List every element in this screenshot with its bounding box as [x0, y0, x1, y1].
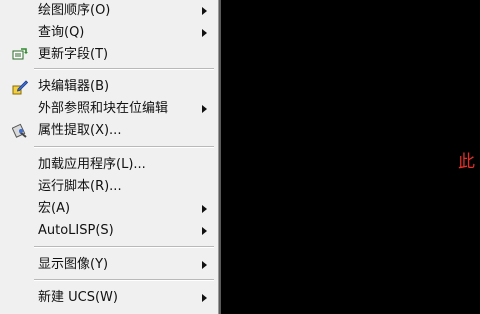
block-editor-icon: [12, 80, 28, 95]
menu-item-label: 属性提取(X)...: [38, 123, 122, 138]
menu-item-run-script[interactable]: 运行脚本(R)...: [0, 176, 217, 198]
menu-item-block-editor[interactable]: 块编辑器(B): [0, 76, 217, 98]
submenu-arrow-icon: [202, 29, 207, 37]
menu-item-label: 外部参照和块在位编辑: [38, 101, 169, 116]
attribute-extract-icon: [12, 123, 27, 138]
submenu-arrow-icon: [202, 105, 207, 113]
submenu-arrow-icon: [202, 261, 207, 269]
menu-separator: [34, 246, 214, 248]
menu-item-attribute-extraction[interactable]: 属性提取(X)...: [0, 120, 217, 142]
submenu-arrow-icon: [202, 227, 207, 235]
menu-item-label: 加载应用程序(L)...: [38, 157, 146, 172]
menu-separator: [34, 146, 214, 148]
submenu-arrow-icon: [202, 294, 207, 302]
menu-item-macro[interactable]: 宏(A): [0, 198, 217, 220]
menu-separator: [34, 279, 214, 281]
submenu-arrow-icon: [202, 205, 207, 213]
menu-item-label: 显示图像(Y): [38, 257, 109, 272]
menu-item-inquiry[interactable]: 查询(Q): [0, 22, 217, 44]
menu-item-label: AutoLISP(S): [38, 223, 114, 238]
menu-item-display-image[interactable]: 显示图像(Y): [0, 254, 217, 276]
menu-item-update-fields[interactable]: 更新字段(T): [0, 44, 217, 66]
canvas-text-fragment: 此: [458, 152, 475, 172]
menu-item-label: 更新字段(T): [38, 47, 109, 62]
menu-item-load-application[interactable]: 加载应用程序(L)...: [0, 154, 217, 176]
menu-item-draw-order[interactable]: 绘图顺序(O): [0, 0, 217, 22]
tools-menu: 绘图顺序(O) 查询(Q) 更新字段(T) 块编辑器(B) 外部参照和块在位编辑: [0, 0, 219, 314]
menu-item-new-ucs[interactable]: 新建 UCS(W): [0, 287, 217, 309]
menu-separator: [34, 68, 214, 70]
menu-item-autolisp[interactable]: AutoLISP(S): [0, 220, 217, 242]
menu-item-label: 运行脚本(R)...: [38, 179, 122, 194]
menu-item-label: 块编辑器(B): [38, 79, 110, 94]
menu-item-label: 宏(A): [38, 201, 71, 216]
menu-item-xref-in-place-edit[interactable]: 外部参照和块在位编辑: [0, 98, 217, 120]
menu-item-label: 新建 UCS(W): [38, 290, 118, 305]
menu-item-label: 查询(Q): [38, 25, 85, 40]
menu-item-label: 绘图顺序(O): [38, 3, 111, 18]
update-fields-icon: [12, 48, 28, 60]
submenu-arrow-icon: [202, 7, 207, 15]
